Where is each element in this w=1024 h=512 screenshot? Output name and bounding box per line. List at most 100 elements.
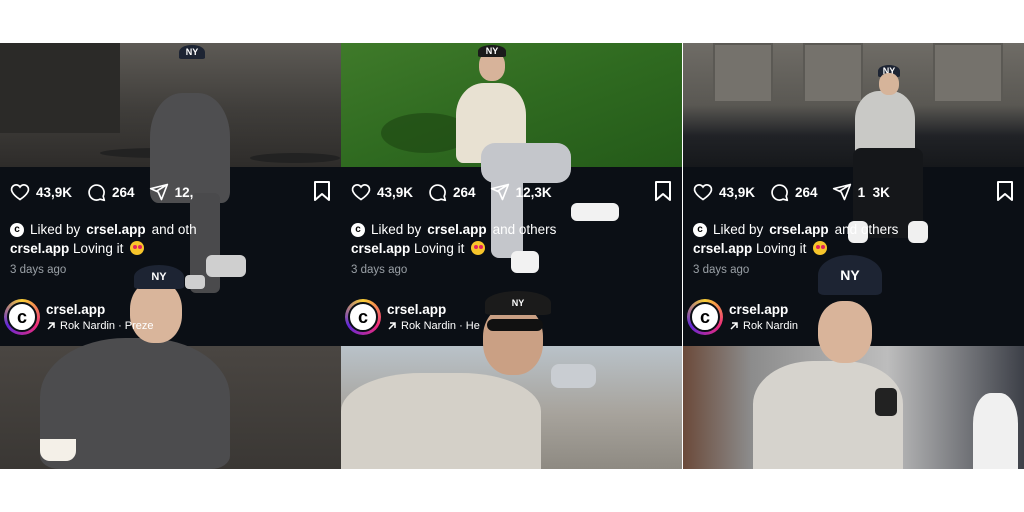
liked-by-user[interactable]: crsel.app (86, 222, 145, 237)
comment-button[interactable]: 264 (86, 182, 135, 202)
liked-by-user[interactable]: crsel.app (769, 222, 828, 237)
cap-icon: NY (818, 255, 882, 295)
like-button[interactable]: 43,9K (10, 182, 72, 202)
avatar-letter: c (690, 302, 720, 332)
share-count: 12,3K (515, 184, 552, 200)
liked-by-avatar: c (351, 222, 365, 237)
person-face (483, 305, 543, 375)
person-figure (973, 393, 1018, 469)
account-name[interactable]: crsel.app (729, 302, 798, 317)
heart-eyes-emoji-icon (130, 241, 145, 255)
heart-icon (10, 184, 30, 201)
liked-by-suffix[interactable]: and others (493, 222, 557, 237)
post-card-2: NY NY 43,9K 264 12,3K c Liked by crsel.a… (341, 43, 682, 469)
phone (875, 388, 897, 416)
share-count: 12, (174, 184, 194, 200)
arrow-up-right-icon (47, 322, 55, 330)
heart-icon (351, 184, 371, 201)
person-shoe (185, 275, 205, 289)
liked-by: c Liked by crsel.app and others (351, 222, 556, 237)
heart-icon (693, 184, 713, 201)
post-card-1: NY NY 43,9K 264 12, c Liked by crsel.app… (0, 43, 341, 469)
comment-button[interactable]: 264 (769, 182, 818, 202)
comment-button[interactable]: 264 (427, 182, 476, 202)
liked-by-avatar: c (693, 222, 707, 237)
cap-icon: NY (485, 291, 551, 315)
like-button[interactable]: 43,9K (351, 182, 413, 202)
account-name[interactable]: crsel.app (46, 302, 154, 317)
bookmark-icon[interactable] (313, 181, 331, 201)
account-row[interactable]: c crsel.app Rok Nardin (687, 299, 798, 335)
caption-user[interactable]: crsel.app (10, 241, 69, 256)
caption-text: Loving it (756, 241, 807, 256)
caption-text: Loving it (73, 241, 124, 256)
caption-user[interactable]: crsel.app (351, 241, 410, 256)
like-count: 43,9K (36, 184, 73, 200)
post-card-3: NY NY 43,9K 264 1 3K c Liked by crsel.ap… (683, 43, 1024, 469)
account-subtitle: Rok Nardin (729, 320, 798, 332)
liked-by-suffix[interactable]: and oth (152, 222, 197, 237)
post-timestamp: 3 days ago (10, 264, 67, 276)
account-subtitle: Rok Nardin · Preze (46, 320, 154, 332)
account-subtitle-text: Rok Nardin · Preze (60, 320, 154, 332)
send-icon (149, 183, 168, 201)
person-face (818, 301, 872, 363)
liked-by-suffix[interactable]: and others (835, 222, 899, 237)
coffee-cup (40, 439, 76, 461)
person-face (879, 73, 899, 95)
person-figure (341, 373, 541, 469)
person-shoe (206, 255, 246, 277)
sunglasses (487, 319, 543, 331)
like-count: 43,9K (377, 184, 414, 200)
post-actions: 43,9K 264 12,3K (351, 181, 560, 203)
share-button[interactable]: 12,3K (490, 182, 552, 202)
comment-count: 264 (795, 184, 818, 200)
cap-icon: NY (179, 45, 205, 59)
post-actions: 43,9K 264 1 3K (693, 181, 898, 203)
account-avatar[interactable]: c (687, 299, 723, 335)
account-row[interactable]: c crsel.app Rok Nardin · He (345, 299, 480, 335)
liked-by: c Liked by crsel.app and others (693, 222, 898, 237)
account-avatar[interactable]: c (345, 299, 381, 335)
account-row[interactable]: c crsel.app Rok Nardin · Preze (4, 299, 154, 335)
person-shoe (908, 221, 928, 243)
comment-count: 264 (112, 184, 135, 200)
liked-by-user[interactable]: crsel.app (427, 222, 486, 237)
share-button[interactable]: 12, (149, 182, 194, 202)
send-icon (490, 183, 509, 201)
account-name[interactable]: crsel.app (387, 302, 480, 317)
person-shoe (571, 203, 619, 221)
bookmark-icon[interactable] (654, 181, 672, 201)
account-subtitle-text: Rok Nardin (743, 320, 799, 332)
caption-user[interactable]: crsel.app (693, 241, 752, 256)
caption-text: Loving it (414, 241, 465, 256)
post-photo-top[interactable] (683, 43, 1024, 167)
heart-eyes-emoji-icon (471, 241, 486, 255)
cap-icon: NY (478, 45, 506, 57)
like-count: 43,9K (719, 184, 756, 200)
caption: crsel.app Loving it (693, 241, 828, 256)
comment-icon (771, 184, 789, 202)
caption: crsel.app Loving it (351, 241, 486, 256)
account-subtitle-text: Rok Nardin · He (401, 320, 480, 332)
avatar-letter: c (7, 302, 37, 332)
heart-eyes-emoji-icon (813, 241, 828, 255)
post-actions: 43,9K 264 12, (10, 181, 201, 203)
liked-by-prefix: Liked by (30, 222, 81, 237)
post-timestamp: 3 days ago (693, 264, 750, 276)
send-icon (832, 183, 851, 201)
share-button[interactable]: 1 3K (832, 182, 890, 202)
bookmark-icon[interactable] (996, 181, 1014, 201)
like-button[interactable]: 43,9K (693, 182, 755, 202)
arrow-up-right-icon (730, 322, 738, 330)
liked-by-prefix: Liked by (371, 222, 422, 237)
comment-icon (429, 184, 447, 202)
caption: crsel.app Loving it (10, 241, 145, 256)
share-count: 1 3K (857, 184, 890, 200)
comment-count: 264 (453, 184, 476, 200)
account-avatar[interactable]: c (4, 299, 40, 335)
person-shoe (511, 251, 539, 273)
cap-icon: NY (134, 265, 184, 289)
comment-icon (88, 184, 106, 202)
post-timestamp: 3 days ago (351, 264, 408, 276)
